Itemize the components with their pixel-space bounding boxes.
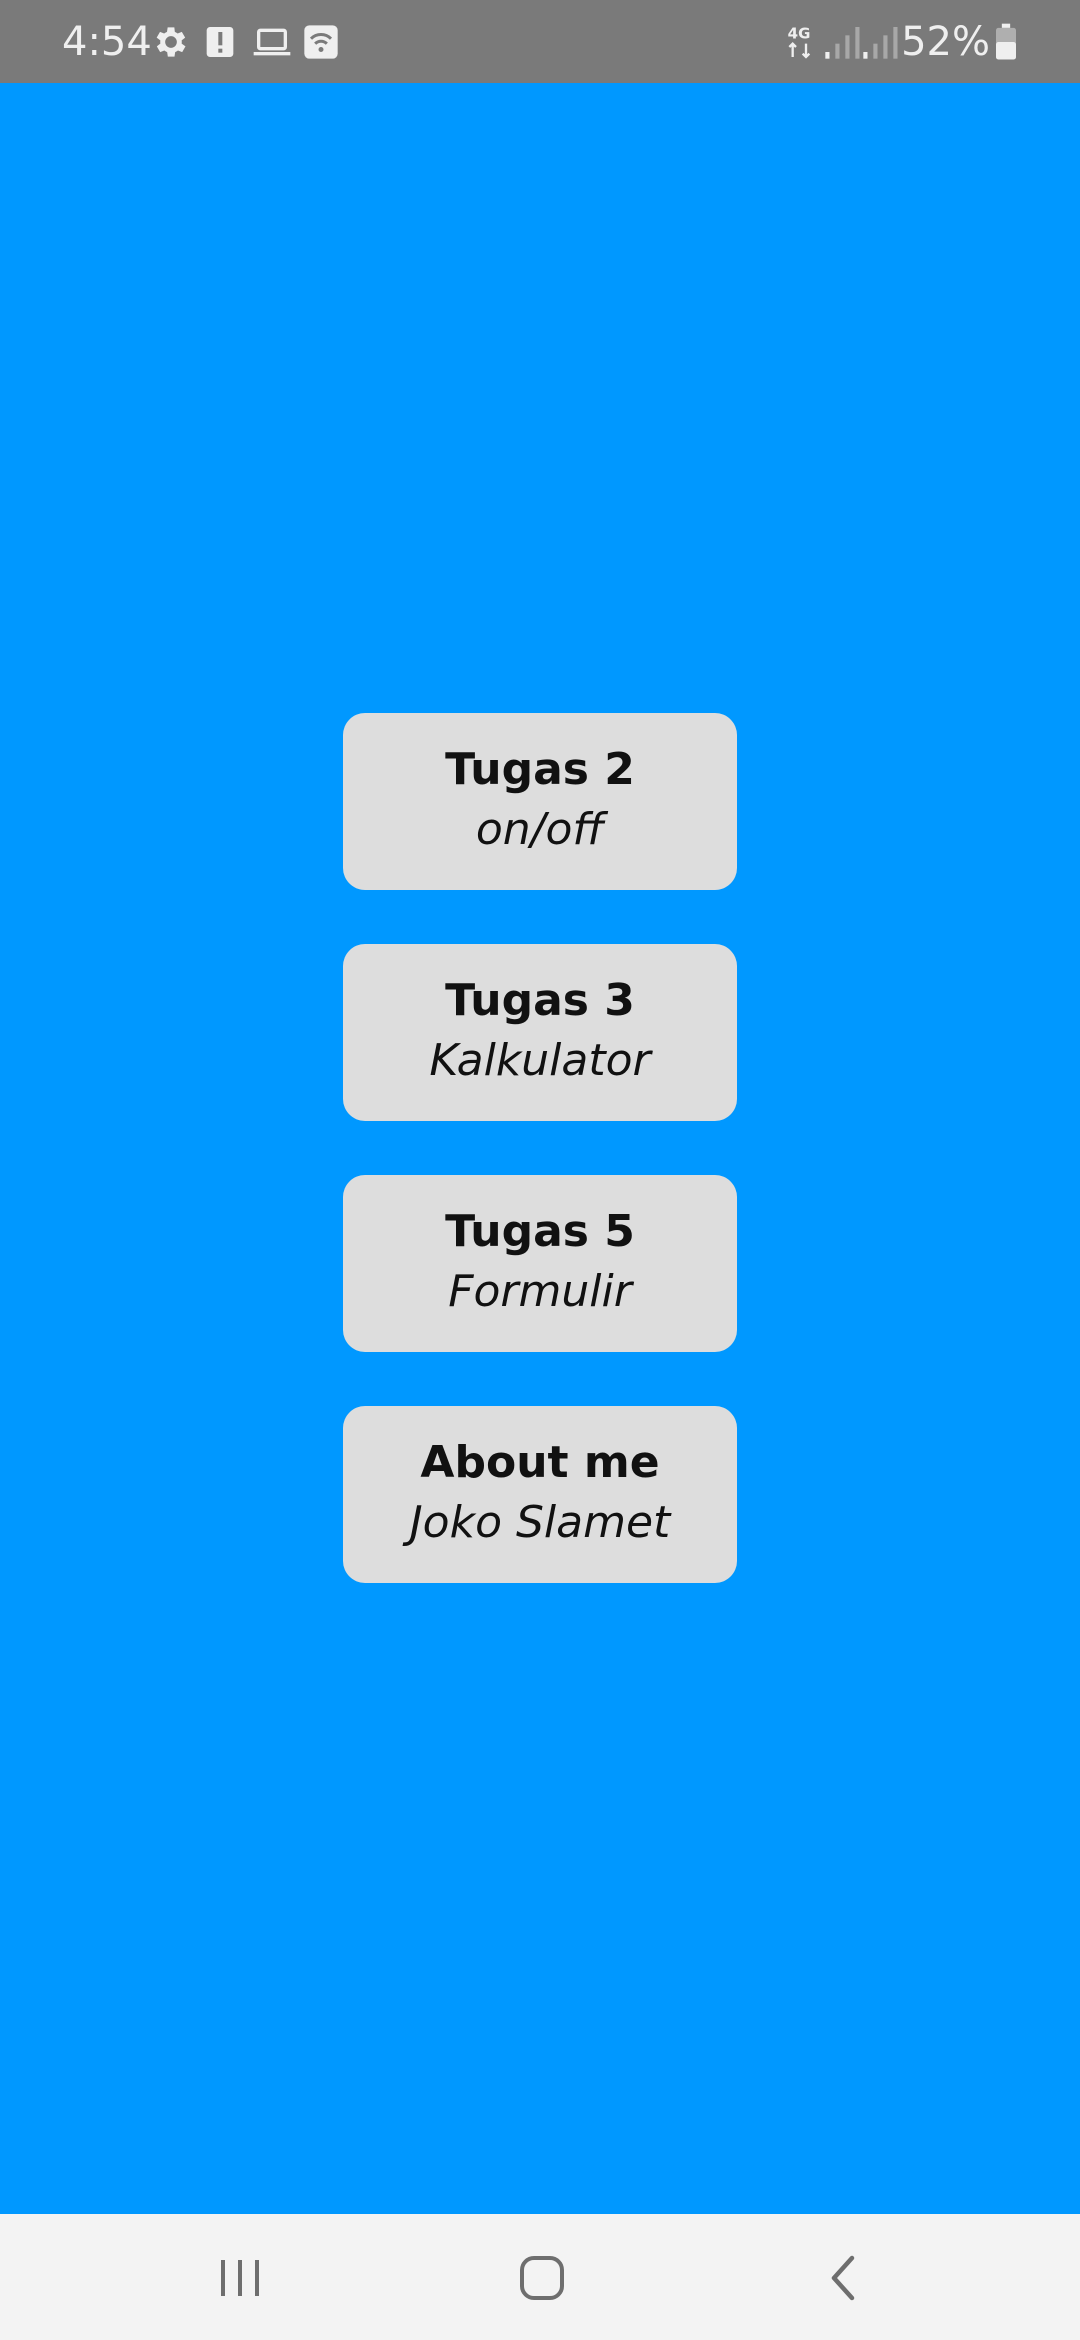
alert-icon bbox=[200, 22, 240, 62]
navigation-bar bbox=[0, 2214, 1080, 2340]
button-title: Tugas 3 bbox=[445, 974, 635, 1026]
button-title: About me bbox=[420, 1436, 660, 1488]
button-subtitle: Joko Slamet bbox=[409, 1496, 671, 1548]
home-icon[interactable] bbox=[510, 2246, 574, 2310]
button-subtitle: on/off bbox=[475, 803, 605, 855]
about-me-button[interactable]: About me Joko Slamet bbox=[343, 1406, 737, 1583]
battery-percentage: 52% bbox=[901, 19, 990, 65]
wifi-icon bbox=[301, 22, 341, 62]
battery-icon bbox=[993, 22, 1019, 62]
gear-icon bbox=[151, 22, 191, 62]
button-subtitle: Kalkulator bbox=[429, 1034, 651, 1086]
menu-list: Tugas 2 on/off Tugas 3 Kalkulator Tugas … bbox=[343, 713, 737, 1583]
back-icon[interactable] bbox=[812, 2246, 876, 2310]
status-bar: 4:54 4G 52% bbox=[0, 0, 1080, 83]
status-time: 4:54 bbox=[62, 19, 152, 65]
tugas-3-button[interactable]: Tugas 3 Kalkulator bbox=[343, 944, 737, 1121]
signal-icon bbox=[860, 22, 900, 62]
button-title: Tugas 2 bbox=[445, 743, 635, 795]
button-title: Tugas 5 bbox=[445, 1205, 635, 1257]
laptop-icon bbox=[250, 22, 294, 62]
svg-text:4G: 4G bbox=[788, 25, 811, 43]
network-4g-icon: 4G bbox=[783, 22, 819, 62]
tugas-2-button[interactable]: Tugas 2 on/off bbox=[343, 713, 737, 890]
signal-icon bbox=[822, 22, 862, 62]
button-subtitle: Formulir bbox=[448, 1265, 632, 1317]
recents-icon[interactable] bbox=[208, 2246, 272, 2310]
tugas-5-button[interactable]: Tugas 5 Formulir bbox=[343, 1175, 737, 1352]
